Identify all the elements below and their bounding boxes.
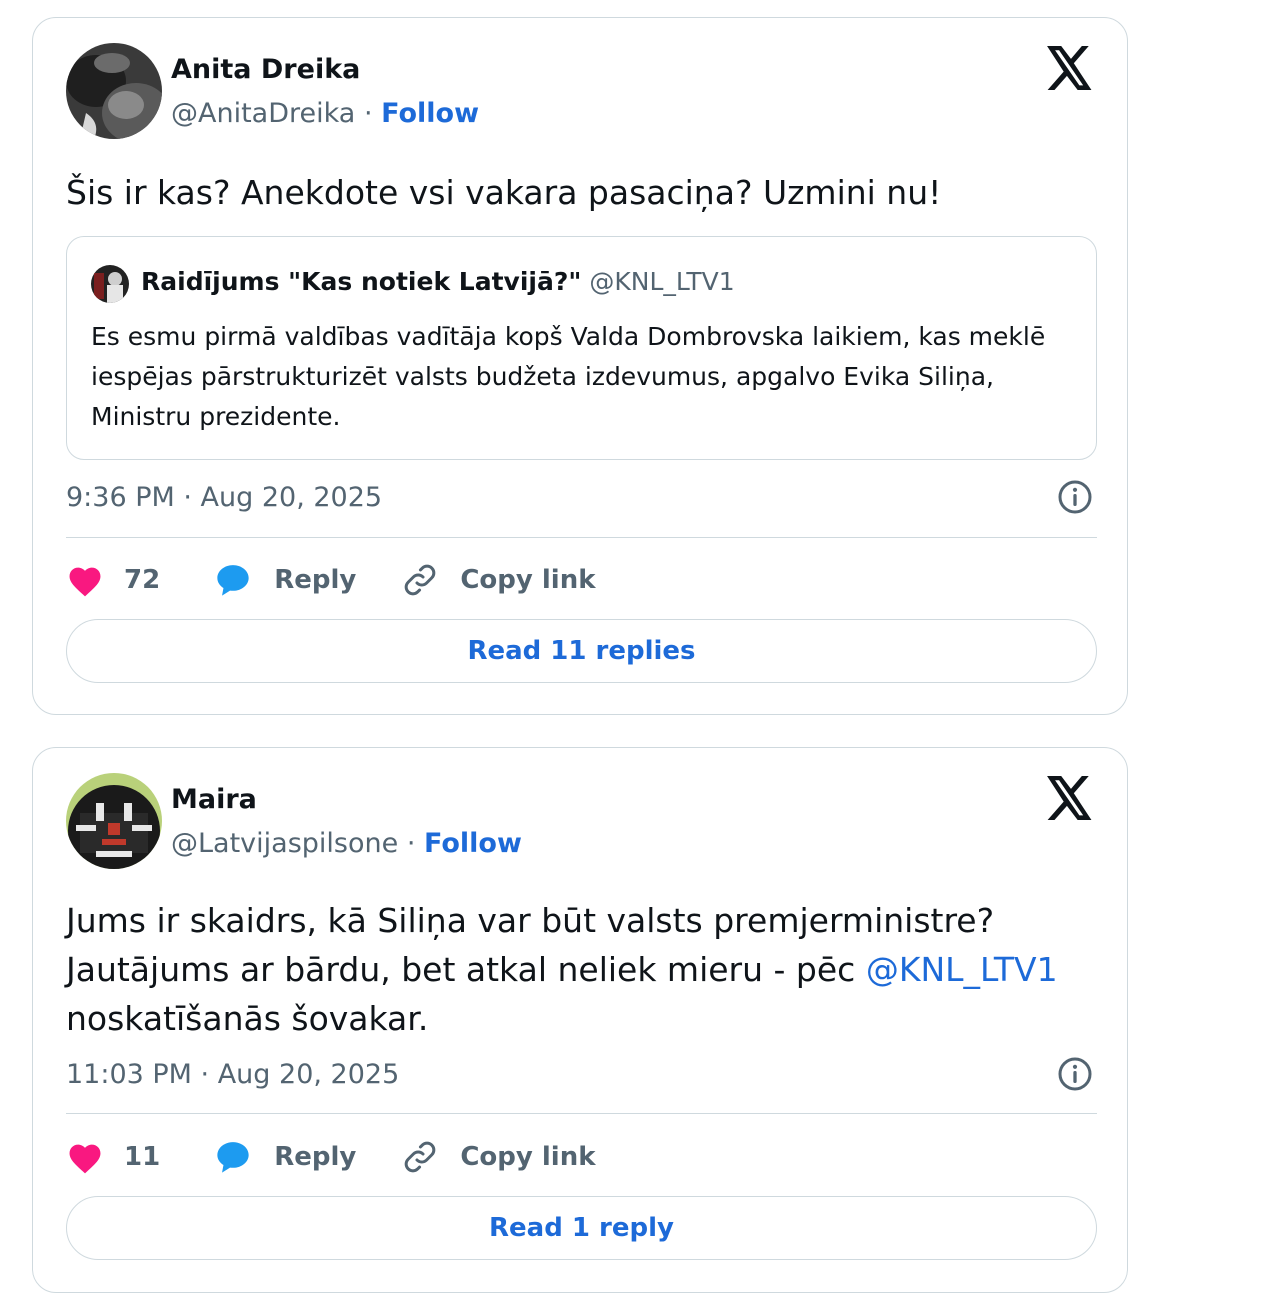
copy-link-label: Copy link (460, 1142, 596, 1172)
author-handle-line: @Latvijaspilsone · Follow (171, 828, 522, 859)
divider (66, 1113, 1097, 1114)
x-logo-icon[interactable] (1047, 46, 1093, 90)
follow-button[interactable]: Follow (381, 98, 479, 129)
action-bar: 72 Reply Copy link (66, 560, 596, 600)
separator: · (406, 828, 416, 859)
copy-link-button[interactable]: Copy link (402, 1139, 596, 1175)
follow-button[interactable]: Follow (424, 828, 522, 859)
timestamp[interactable]: 9:36 PM · Aug 20, 2025 (66, 482, 382, 513)
like-count: 72 (124, 565, 161, 595)
author-name[interactable]: Anita Dreika (171, 54, 360, 85)
separator: · (363, 98, 373, 129)
link-icon (405, 1141, 436, 1173)
heart-icon (69, 567, 101, 597)
speech-bubble-icon (217, 565, 249, 596)
author-name[interactable]: Maira (171, 784, 257, 815)
timestamp[interactable]: 11:03 PM · Aug 20, 2025 (66, 1059, 399, 1090)
like-count: 11 (124, 1142, 161, 1172)
speech-bubble-icon (217, 1142, 249, 1173)
mention-link[interactable]: @KNL_LTV1 (866, 950, 1058, 989)
reply-button[interactable]: Reply (214, 562, 356, 598)
quoted-avatar (91, 265, 129, 303)
reply-label: Reply (274, 565, 357, 595)
copy-link-label: Copy link (460, 565, 596, 595)
tweet-card: Anita Dreika @AnitaDreika · Follow Šis i… (32, 17, 1128, 715)
action-bar: 11 Reply Copy link (66, 1137, 596, 1177)
quoted-author-handle: @KNL_LTV1 (589, 267, 735, 296)
avatar[interactable] (66, 773, 162, 869)
reply-label: Reply (274, 1142, 357, 1172)
x-logo-icon[interactable] (1047, 776, 1093, 820)
reply-button[interactable]: Reply (214, 1139, 356, 1175)
link-icon (405, 564, 436, 596)
info-icon[interactable] (1057, 479, 1093, 515)
tweet-text-part: noskatīšanās šovakar. (66, 999, 429, 1038)
quoted-author-name: Raidījums "Kas notiek Latvijā?" (141, 267, 582, 296)
read-replies-button[interactable]: Read 1 reply (66, 1196, 1097, 1260)
quoted-text: Es esmu pirmā valdības vadītāja kopš Val… (91, 322, 1046, 431)
author-handle[interactable]: @Latvijaspilsone (171, 828, 398, 859)
tweet-text: Jums ir skaidrs, kā Siliņa var būt valst… (66, 896, 1094, 1043)
tweet-text: Šis ir kas? Anekdote vsi vakara pasaciņa… (66, 173, 942, 212)
copy-link-button[interactable]: Copy link (402, 562, 596, 598)
like-button[interactable]: 72 (66, 563, 160, 597)
author-handle[interactable]: @AnitaDreika (171, 98, 355, 129)
tweet-card: Maira @Latvijaspilsone · Follow Jums ir … (32, 747, 1128, 1293)
divider (66, 537, 1097, 538)
read-replies-button[interactable]: Read 11 replies (66, 619, 1097, 683)
heart-icon (69, 1144, 101, 1174)
avatar[interactable] (66, 43, 162, 139)
quoted-tweet[interactable]: Raidījums "Kas notiek Latvijā?" @KNL_LTV1… (66, 236, 1097, 460)
quoted-header: Raidījums "Kas notiek Latvijā?" @KNL_LTV1 (141, 267, 735, 296)
author-handle-line: @AnitaDreika · Follow (171, 98, 479, 129)
info-icon[interactable] (1057, 1056, 1093, 1092)
like-button[interactable]: 11 (66, 1140, 160, 1174)
tweet-text-part: Jums ir skaidrs, kā Siliņa var būt valst… (66, 901, 995, 989)
